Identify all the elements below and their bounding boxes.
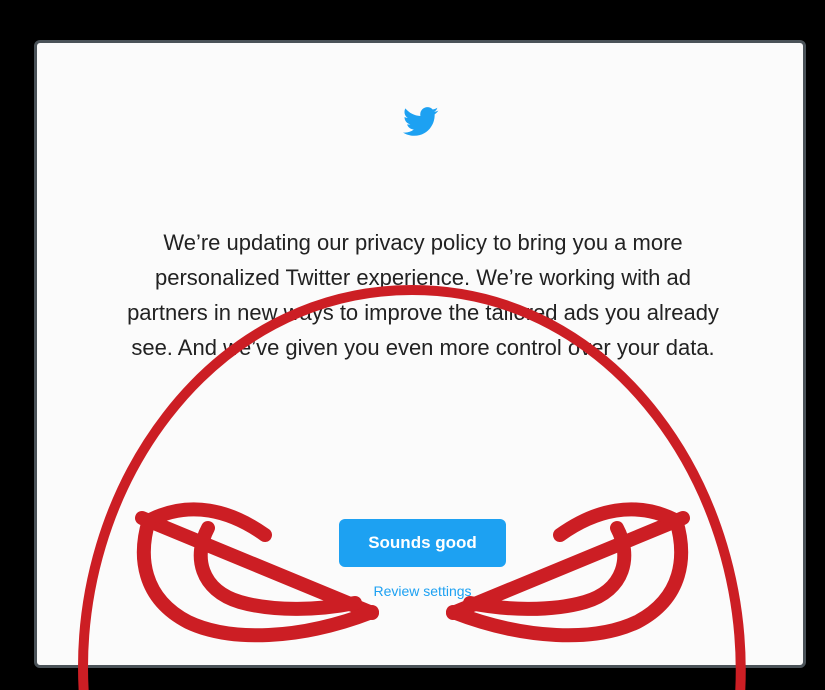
- sounds-good-button[interactable]: Sounds good: [339, 519, 506, 567]
- policy-message: We’re updating our privacy policy to bri…: [127, 230, 719, 360]
- review-settings-link[interactable]: Review settings: [340, 583, 505, 599]
- twitter-bird-icon: [403, 107, 439, 136]
- screenshot-stage: We’re updating our privacy policy to bri…: [0, 0, 825, 690]
